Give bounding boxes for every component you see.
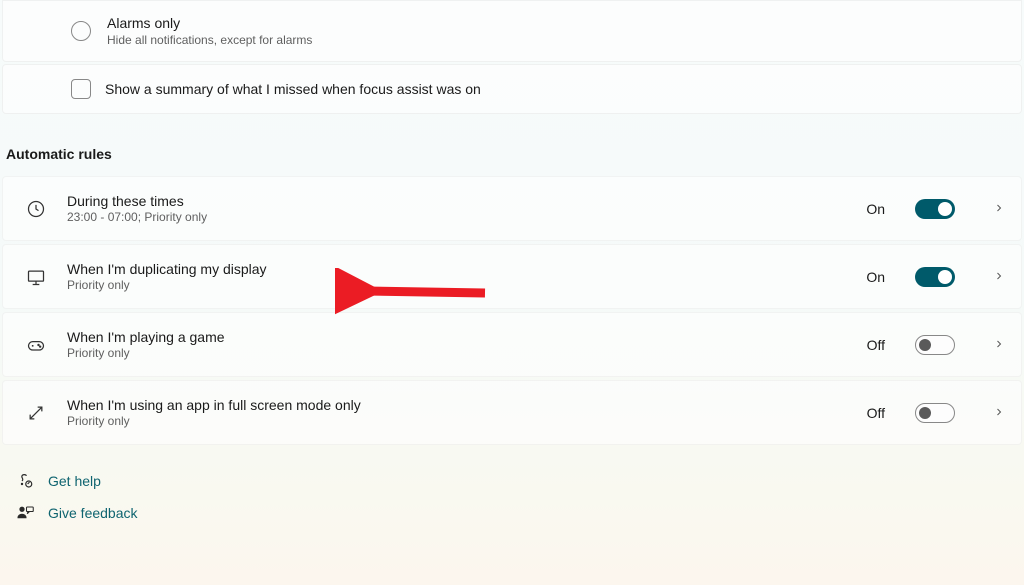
help-icon — [16, 472, 34, 490]
clock-icon — [25, 198, 47, 220]
help-links-section: Get help Give feedback — [2, 448, 1022, 522]
section-title-automatic-rules: Automatic rules — [2, 116, 1022, 176]
alarms-only-description: Hide all notifications, except for alarm… — [107, 33, 312, 47]
show-summary-label: Show a summary of what I missed when foc… — [105, 81, 481, 97]
rule-title: During these times — [67, 193, 846, 209]
gamepad-icon — [25, 334, 47, 356]
toggle-during-times[interactable] — [915, 199, 955, 219]
give-feedback-link[interactable]: Give feedback — [16, 504, 1022, 522]
toggle-playing-game[interactable] — [915, 335, 955, 355]
checkbox-show-summary[interactable] — [71, 79, 91, 99]
alarms-only-title: Alarms only — [107, 15, 312, 31]
rule-subtitle: Priority only — [67, 414, 847, 428]
display-icon — [25, 266, 47, 288]
chevron-right-icon — [993, 269, 1005, 285]
rule-text: During these times 23:00 - 07:00; Priori… — [67, 193, 846, 224]
fullscreen-icon — [25, 402, 47, 424]
rule-title: When I'm playing a game — [67, 329, 847, 345]
rule-playing-game[interactable]: When I'm playing a game Priority only Of… — [2, 312, 1022, 377]
rule-text: When I'm playing a game Priority only — [67, 329, 847, 360]
get-help-label: Get help — [48, 473, 101, 489]
rule-duplicating-display[interactable]: When I'm duplicating my display Priority… — [2, 244, 1022, 309]
rule-text: When I'm duplicating my display Priority… — [67, 261, 846, 292]
option-show-summary-row[interactable]: Show a summary of what I missed when foc… — [2, 64, 1022, 114]
alarms-only-text-group: Alarms only Hide all notifications, exce… — [107, 15, 312, 47]
toggle-state-label: On — [866, 269, 885, 285]
feedback-icon — [16, 504, 34, 522]
rule-title: When I'm duplicating my display — [67, 261, 846, 277]
toggle-state-label: Off — [867, 405, 885, 421]
chevron-right-icon — [993, 337, 1005, 353]
option-alarms-only-row[interactable]: Alarms only Hide all notifications, exce… — [2, 0, 1022, 62]
rule-subtitle: Priority only — [67, 346, 847, 360]
toggle-state-label: Off — [867, 337, 885, 353]
rule-fullscreen-app[interactable]: When I'm using an app in full screen mod… — [2, 380, 1022, 445]
rule-title: When I'm using an app in full screen mod… — [67, 397, 847, 413]
chevron-right-icon — [993, 405, 1005, 421]
toggle-fullscreen-app[interactable] — [915, 403, 955, 423]
rule-text: When I'm using an app in full screen mod… — [67, 397, 847, 428]
give-feedback-label: Give feedback — [48, 505, 138, 521]
toggle-duplicating-display[interactable] — [915, 267, 955, 287]
rule-subtitle: Priority only — [67, 278, 846, 292]
chevron-right-icon — [993, 201, 1005, 217]
get-help-link[interactable]: Get help — [16, 472, 1022, 490]
toggle-state-label: On — [866, 201, 885, 217]
radio-alarms-only[interactable] — [71, 21, 91, 41]
rule-subtitle: 23:00 - 07:00; Priority only — [67, 210, 846, 224]
rule-during-these-times[interactable]: During these times 23:00 - 07:00; Priori… — [2, 176, 1022, 241]
